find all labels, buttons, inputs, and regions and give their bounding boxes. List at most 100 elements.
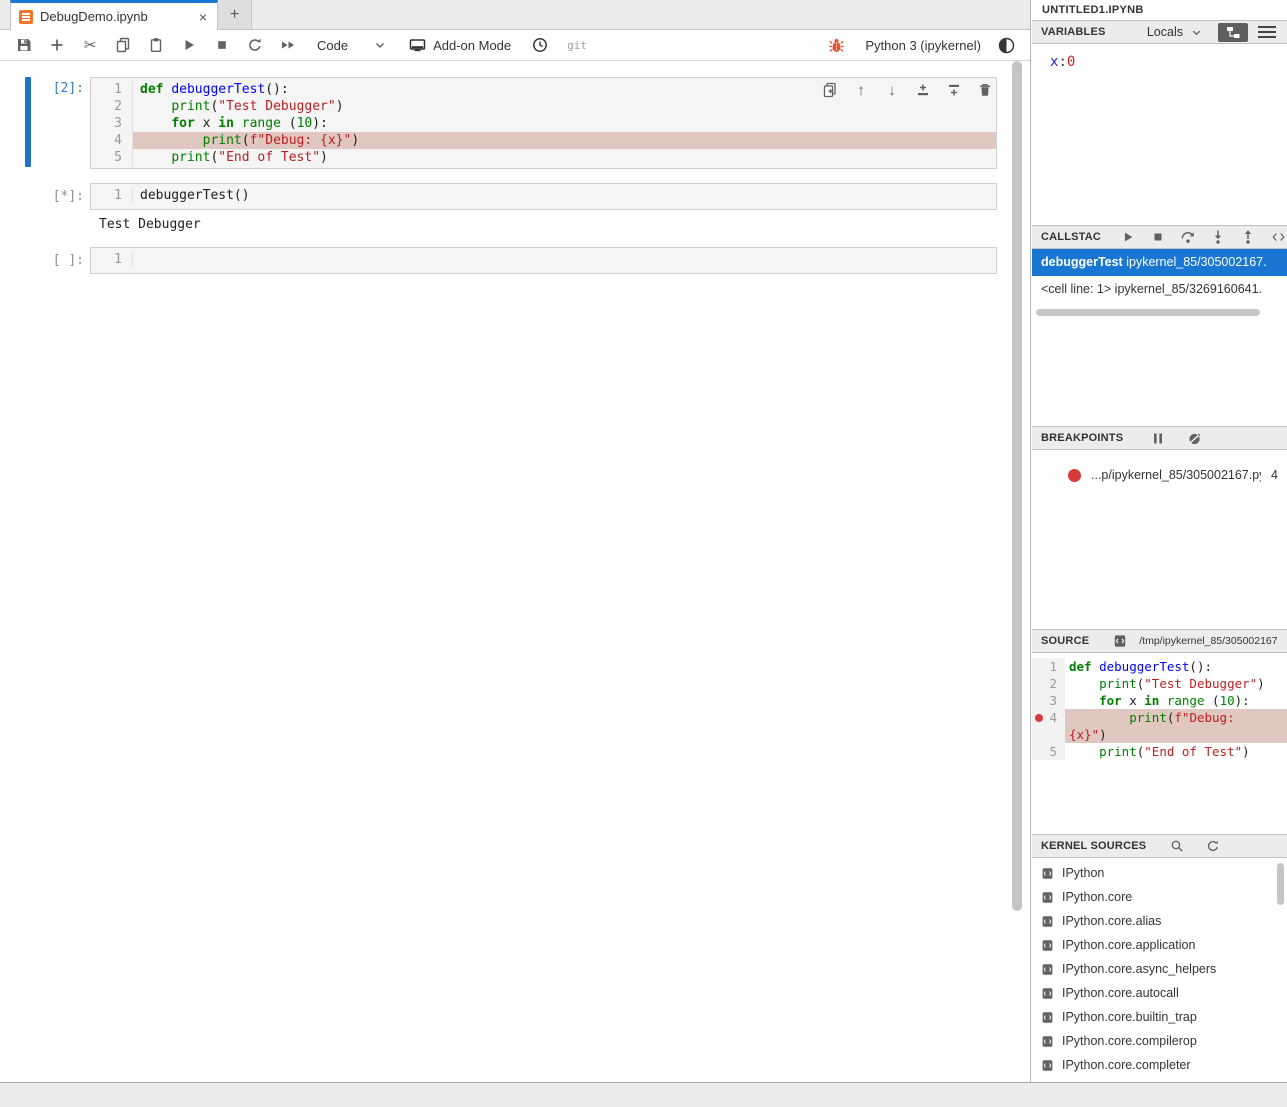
code-line: 3 for x in range (10): (91, 115, 996, 132)
cell-type-select[interactable]: Code (317, 38, 386, 53)
notebook-scroll-area[interactable]: [2]: 1 def debuggerTest(): 2 print("Test… (0, 61, 1030, 1082)
variables-scope-select[interactable]: Locals (1147, 25, 1202, 39)
refresh-icon[interactable] (1202, 836, 1224, 856)
interrupt-kernel-button[interactable] (210, 33, 234, 57)
kernel-source-item[interactable]: IPython.core.alias (1032, 909, 1287, 933)
line-number: 1 (91, 187, 133, 204)
add-cell-button[interactable] (45, 33, 69, 57)
breakpoints-body: ...p/ipykernel_85/305002167.py 4 (1032, 450, 1287, 629)
kernel-source-item[interactable]: IPython (1032, 861, 1287, 885)
kernel-source-name: IPython.core (1062, 890, 1132, 904)
callstack-frame-selected[interactable]: debuggerTest ipykernel_85/305002167. (1032, 249, 1287, 276)
code-file-icon (1041, 987, 1054, 1000)
source-line: 3 for x in range (10): (1032, 692, 1287, 709)
step-out-button[interactable] (1237, 227, 1259, 247)
step-over-button[interactable] (1177, 227, 1199, 247)
scope-value: Locals (1147, 25, 1183, 39)
kernel-source-item[interactable]: IPython.core (1032, 885, 1287, 909)
cut-cells-button[interactable]: ✂ (78, 33, 102, 57)
kernel-source-item[interactable]: IPython.core.async_helpers (1032, 957, 1287, 981)
insert-cell-above-icon[interactable] (912, 80, 934, 100)
line-number: 1 (1032, 658, 1065, 675)
list-view-icon (1258, 26, 1276, 38)
variables-tree-view-button[interactable] (1218, 23, 1248, 42)
kernel-source-item[interactable]: IPython.core.completer (1032, 1053, 1287, 1077)
code-text: {x}") (1065, 726, 1287, 743)
kernel-source-name: IPython.core.async_helpers (1062, 962, 1216, 976)
breakpoint-dot[interactable] (1035, 714, 1043, 722)
duplicate-cell-icon[interactable] (819, 80, 841, 100)
code-text: for x in range (10): (1065, 692, 1287, 709)
evaluate-code-button[interactable] (1267, 227, 1287, 247)
debugger-file-title: UNTITLED1.IPYNB (1032, 0, 1287, 20)
code-text: debuggerTest() (133, 187, 996, 204)
callstack-label: CALLSTAC (1041, 231, 1101, 243)
jupyterlab-app: DebugDemo.ipynb × + ✂ (0, 0, 1287, 1107)
source-line: 1 def debuggerTest(): (1032, 658, 1287, 675)
continue-button[interactable] (1117, 227, 1139, 247)
kernel-source-name: IPython.core.alias (1062, 914, 1161, 928)
notebook-scrollbar[interactable] (1012, 61, 1022, 911)
code-line: 1 (91, 251, 996, 268)
variables-label: VARIABLES (1041, 26, 1106, 38)
tab-close-icon[interactable]: × (197, 9, 209, 25)
addon-mode-label[interactable]: Add-on Mode (433, 38, 511, 53)
tab-title: DebugDemo.ipynb (40, 9, 190, 24)
step-in-button[interactable] (1207, 227, 1229, 247)
code-file-icon (1041, 1011, 1054, 1024)
addon-mode-icon[interactable] (405, 33, 429, 57)
code-line: 5 print("End of Test") (91, 149, 996, 166)
frame-name: debuggerTest (1041, 255, 1123, 269)
save-button[interactable] (12, 33, 36, 57)
pause-on-exception-button[interactable] (1147, 428, 1169, 448)
move-cell-down-icon[interactable]: ↓ (881, 80, 903, 100)
source-line: 2 print("Test Debugger") (1032, 675, 1287, 692)
copy-cells-button[interactable] (111, 33, 135, 57)
move-cell-up-icon[interactable]: ↑ (850, 80, 872, 100)
kernel-name-label[interactable]: Python 3 (ipykernel) (865, 38, 981, 53)
search-icon[interactable] (1166, 836, 1188, 856)
notebook-toolbar: ✂ Code (0, 30, 1030, 61)
code-line: 2 print("Test Debugger") (91, 98, 996, 115)
kernel-source-item[interactable]: IPython.core.autocall (1032, 981, 1287, 1005)
insert-cell-below-icon[interactable] (943, 80, 965, 100)
variables-body[interactable]: x:0 (1032, 44, 1287, 225)
history-clock-icon[interactable] (528, 33, 552, 57)
code-text: print("Test Debugger") (1065, 675, 1287, 692)
code-text (133, 251, 996, 268)
open-source-file-icon[interactable] (1109, 631, 1131, 651)
kernel-source-item[interactable]: IPython.core.compilerop (1032, 1029, 1287, 1053)
variables-header: VARIABLES Locals (1032, 20, 1287, 44)
code-line: 1 debuggerTest() (91, 187, 996, 204)
paste-cells-button[interactable] (144, 33, 168, 57)
cell2-input-prompt: [*]: (0, 189, 84, 204)
line-number: 3 (91, 115, 133, 132)
cell3-editor[interactable]: 1 (90, 247, 997, 274)
bug-debugger-icon[interactable] (824, 33, 848, 57)
git-label[interactable]: git (567, 39, 587, 52)
kernel-source-item[interactable]: IPython.core.builtin_trap (1032, 1005, 1287, 1029)
line-number: 5 (1032, 743, 1065, 760)
cell2-editor[interactable]: 1 debuggerTest() (90, 183, 997, 210)
variable-value: 0 (1067, 54, 1075, 70)
variables-table-view-button[interactable] (1256, 22, 1278, 42)
kernel-sources-scrollbar[interactable] (1277, 863, 1284, 905)
breakpoint-list-item[interactable]: ...p/ipykernel_85/305002167.py 4 (1032, 468, 1287, 482)
run-cell-button[interactable] (177, 33, 201, 57)
terminate-button[interactable] (1147, 227, 1169, 247)
new-tab-button[interactable]: + (218, 0, 252, 29)
restart-run-all-button[interactable] (276, 33, 300, 57)
restart-kernel-button[interactable] (243, 33, 267, 57)
tab-debugdemo[interactable]: DebugDemo.ipynb × (10, 0, 218, 30)
callstack-horizontal-scrollbar[interactable] (1036, 309, 1260, 316)
source-line-wrap: {x}") (1032, 726, 1287, 743)
callstack-frame[interactable]: <cell line: 1> ipykernel_85/3269160641. (1032, 276, 1287, 303)
cell1-input-prompt: [2]: (0, 81, 84, 96)
delete-cell-icon[interactable] (974, 80, 996, 100)
chevron-down-icon (374, 39, 386, 51)
code-text: for x in range (10): (133, 115, 996, 132)
source-line: 5 print("End of Test") (1032, 743, 1287, 760)
remove-all-breakpoints-button[interactable] (1183, 428, 1205, 448)
source-viewer[interactable]: 1 def debuggerTest(): 2 print("Test Debu… (1032, 653, 1287, 834)
kernel-source-item[interactable]: IPython.core.application (1032, 933, 1287, 957)
